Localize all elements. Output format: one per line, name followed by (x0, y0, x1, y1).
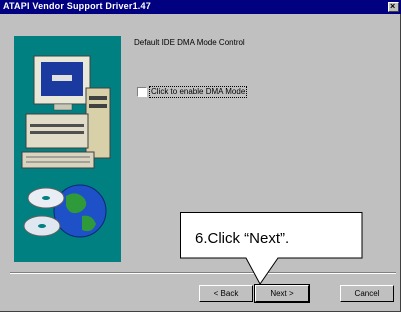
close-button[interactable]: × (388, 1, 399, 12)
callout-text: 6.Click “Next”. (195, 230, 290, 247)
close-icon: × (390, 1, 396, 11)
setup-illustration (14, 36, 121, 262)
dma-mode-checkbox-label[interactable]: Click to enable DMA Mode (149, 86, 248, 98)
callout-balloon-shape (180, 212, 363, 285)
installer-window: ATAPI Vendor Support Driver1.47 × Defaul… (0, 0, 401, 312)
window-title: ATAPI Vendor Support Driver1.47 (3, 1, 151, 11)
dma-mode-checkbox[interactable] (137, 87, 147, 97)
dialog-heading: Default IDE DMA Mode Control (134, 38, 245, 47)
computer-cd-globe-illustration (21, 55, 111, 238)
title-bar[interactable]: ATAPI Vendor Support Driver1.47 × (0, 0, 401, 14)
